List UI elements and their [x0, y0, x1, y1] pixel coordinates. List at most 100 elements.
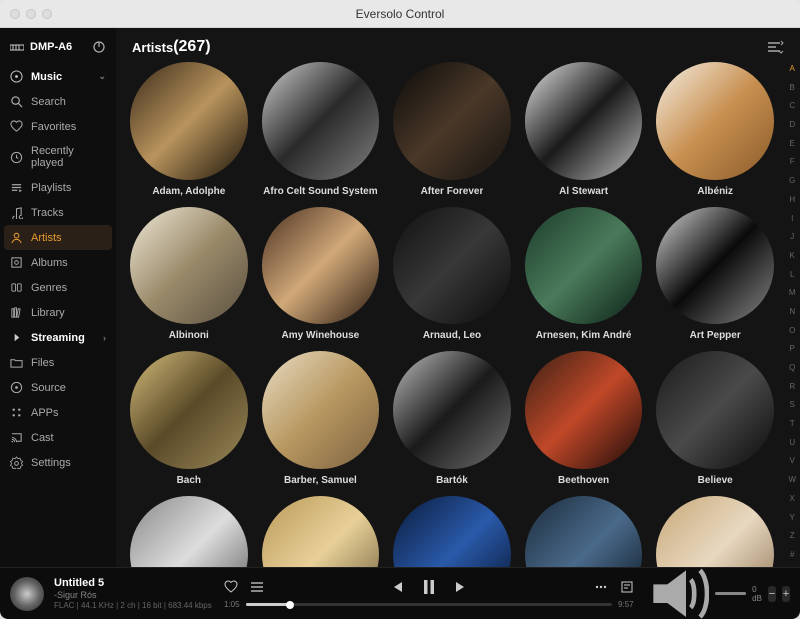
- speaker-icon[interactable]: [644, 561, 709, 619]
- progress-thumb[interactable]: [286, 601, 294, 609]
- artist-card[interactable]: Albinoni: [130, 207, 248, 342]
- artist-card[interactable]: Believe: [656, 351, 774, 486]
- nav-item-favorites[interactable]: Favorites: [0, 114, 116, 139]
- artist-avatar: [656, 207, 774, 325]
- artist-card[interactable]: Beethoven: [525, 351, 643, 486]
- alpha-T[interactable]: T: [788, 419, 796, 428]
- artist-card[interactable]: Albéniz: [656, 62, 774, 197]
- nav-item-albums[interactable]: Albums: [0, 250, 116, 275]
- artist-card[interactable]: [525, 496, 643, 567]
- artist-card[interactable]: Arnaud, Leo: [393, 207, 511, 342]
- alpha-V[interactable]: V: [788, 456, 796, 465]
- nav-item-recently-played[interactable]: Recently played: [0, 139, 116, 175]
- sort-button[interactable]: [766, 40, 784, 54]
- alpha-L[interactable]: L: [788, 270, 796, 279]
- minimize-dot[interactable]: [26, 9, 36, 19]
- alpha-S[interactable]: S: [788, 400, 796, 409]
- alpha-W[interactable]: W: [788, 475, 796, 484]
- nav-item-label: Albums: [31, 257, 68, 269]
- alpha-Q[interactable]: Q: [788, 363, 796, 372]
- nav-item-source[interactable]: Source: [0, 375, 116, 400]
- player-bar: Untitled 5 -Sigur Rós FLAC | 44.1 KHz | …: [0, 567, 800, 619]
- alpha-X[interactable]: X: [788, 494, 796, 503]
- alpha-E[interactable]: E: [788, 139, 796, 148]
- nav-item-library[interactable]: Library: [0, 300, 116, 325]
- volume-up-button[interactable]: +: [782, 586, 790, 602]
- favorite-button[interactable]: [224, 580, 238, 594]
- close-dot[interactable]: [10, 9, 20, 19]
- artist-card[interactable]: Bartók: [393, 351, 511, 486]
- volume-fill: [715, 592, 746, 595]
- prev-button[interactable]: [390, 580, 404, 594]
- alpha-index[interactable]: A BC D EF G H IJ K LM N OP Q RS T UV W X YZ #: [788, 64, 796, 559]
- nav-item-apps[interactable]: APPs: [0, 400, 116, 425]
- alpha-M[interactable]: M: [788, 288, 796, 297]
- alpha-C[interactable]: C: [788, 101, 796, 110]
- artist-card[interactable]: [656, 496, 774, 567]
- artist-avatar: [525, 207, 643, 325]
- artist-card[interactable]: Al Stewart: [525, 62, 643, 197]
- alpha-U[interactable]: U: [788, 438, 796, 447]
- nav-item-tracks[interactable]: Tracks: [0, 200, 116, 225]
- artist-card[interactable]: [262, 496, 380, 567]
- nav-item-search[interactable]: Search: [0, 89, 116, 114]
- volume-track[interactable]: [715, 592, 746, 595]
- alpha-F[interactable]: F: [788, 157, 796, 166]
- titlebar: Eversolo Control: [0, 0, 800, 28]
- artist-name: Believe: [698, 475, 733, 486]
- artist-card[interactable]: Barber, Samuel: [262, 351, 380, 486]
- nav-item-label: Source: [31, 382, 66, 394]
- artist-card[interactable]: [393, 496, 511, 567]
- nav-streaming-header[interactable]: Streaming ›: [0, 325, 116, 350]
- volume-down-button[interactable]: −: [768, 586, 776, 602]
- artist-card[interactable]: Amy Winehouse: [262, 207, 380, 342]
- artist-grid-scroll[interactable]: Adam, AdolpheAfro Celt Sound SystemAfter…: [116, 62, 800, 567]
- nav-item-genres[interactable]: Genres: [0, 275, 116, 300]
- nav-item-settings[interactable]: Settings: [0, 450, 116, 475]
- alpha-Y[interactable]: Y: [788, 513, 796, 522]
- pause-button[interactable]: [420, 578, 438, 596]
- nav-music-header[interactable]: Music ⌄: [0, 64, 116, 89]
- artist-avatar: [393, 207, 511, 325]
- now-playing-art[interactable]: [10, 577, 44, 611]
- alpha-D[interactable]: D: [788, 120, 796, 129]
- lyrics-button[interactable]: [620, 580, 634, 594]
- artist-card[interactable]: After Forever: [393, 62, 511, 197]
- artist-card[interactable]: [130, 496, 248, 567]
- alpha-G[interactable]: G: [788, 176, 796, 185]
- zoom-dot[interactable]: [42, 9, 52, 19]
- alpha-O[interactable]: O: [788, 326, 796, 335]
- artist-card[interactable]: Bach: [130, 351, 248, 486]
- volume-db: 0 dB: [752, 585, 762, 603]
- alpha-B[interactable]: B: [788, 83, 796, 92]
- window-title: Eversolo Control: [0, 7, 800, 21]
- alpha-I[interactable]: I: [788, 214, 796, 223]
- artist-avatar: [525, 62, 643, 180]
- page-title: Artists: [132, 40, 173, 55]
- nav-item-cast[interactable]: Cast: [0, 425, 116, 450]
- alpha-J[interactable]: J: [788, 232, 796, 241]
- artist-card[interactable]: Afro Celt Sound System: [262, 62, 380, 197]
- alpha-H[interactable]: H: [788, 195, 796, 204]
- progress-track[interactable]: [246, 603, 612, 606]
- nav: Music ⌄ SearchFavorites Recently played Pl…: [0, 64, 116, 567]
- nav-item-files[interactable]: Files: [0, 350, 116, 375]
- more-button[interactable]: [594, 580, 608, 594]
- nav-item-label: Recently played: [31, 145, 106, 169]
- artist-card[interactable]: Arnesen, Kim André: [525, 207, 643, 342]
- alpha-P[interactable]: P: [788, 344, 796, 353]
- alpha-N[interactable]: N: [788, 307, 796, 316]
- queue-button[interactable]: [250, 580, 264, 594]
- alpha-K[interactable]: K: [788, 251, 796, 260]
- artist-card[interactable]: Art Pepper: [656, 207, 774, 342]
- alpha-#[interactable]: #: [788, 550, 796, 559]
- nav-item-playlists[interactable]: Playlists: [0, 175, 116, 200]
- next-button[interactable]: [454, 580, 468, 594]
- alpha-R[interactable]: R: [788, 382, 796, 391]
- nav-item-label: Genres: [31, 282, 67, 294]
- nav-item-artists[interactable]: Artists: [4, 225, 112, 250]
- power-button[interactable]: [92, 40, 106, 54]
- artist-card[interactable]: Adam, Adolphe: [130, 62, 248, 197]
- alpha-A[interactable]: A: [788, 64, 796, 73]
- alpha-Z[interactable]: Z: [788, 531, 796, 540]
